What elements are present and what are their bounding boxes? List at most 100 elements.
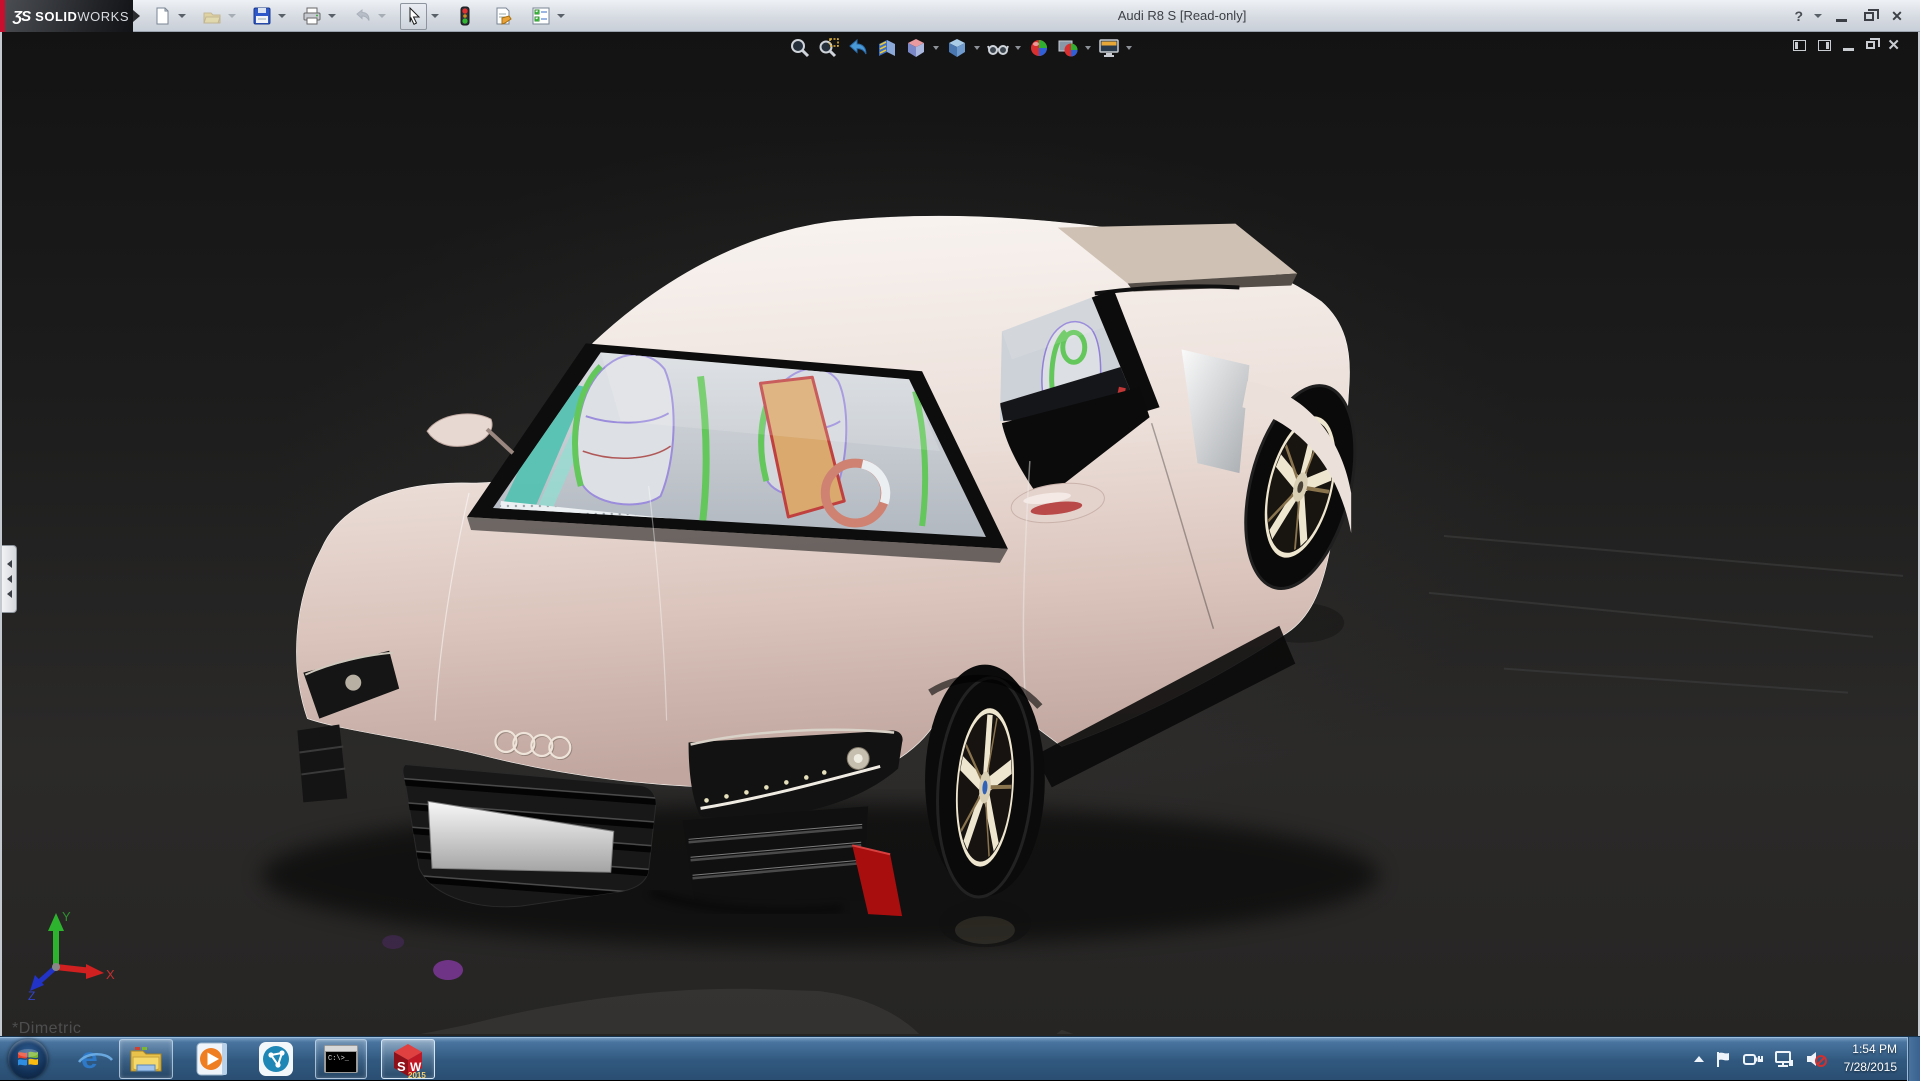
show-right-pane-button[interactable] bbox=[1818, 37, 1831, 53]
view-settings-button[interactable] bbox=[1096, 35, 1121, 60]
command-prompt-text: C:\>_ bbox=[328, 1055, 350, 1063]
headsup-view-toolbar bbox=[787, 35, 1133, 60]
network-icon bbox=[1774, 1050, 1794, 1068]
solidworks-wordmark: SOLIDWORKS bbox=[35, 9, 129, 24]
view-orientation-dropdown[interactable] bbox=[932, 36, 940, 60]
apply-scene-button[interactable] bbox=[1055, 35, 1080, 60]
zoom-to-fit-button[interactable] bbox=[787, 35, 812, 60]
display-style-icon bbox=[946, 37, 968, 59]
document-minimize-button[interactable] bbox=[1843, 37, 1854, 53]
share-nodes-app-button[interactable] bbox=[251, 1039, 301, 1079]
feature-manager-collapsed-tab[interactable] bbox=[2, 545, 17, 613]
close-button[interactable]: ✕ bbox=[1888, 8, 1906, 24]
options-dropdown[interactable] bbox=[556, 4, 565, 28]
save-dropdown[interactable] bbox=[277, 4, 286, 28]
undo-button[interactable] bbox=[350, 4, 374, 28]
graphics-viewport[interactable]: ✕ Y X Z *Dimetric bbox=[0, 32, 1920, 1036]
audi-r8-model bbox=[2, 32, 1918, 1034]
open-dropdown[interactable] bbox=[227, 4, 236, 28]
undo-dropdown[interactable] bbox=[377, 4, 386, 28]
action-center-button[interactable] bbox=[1715, 1050, 1732, 1068]
network-button[interactable] bbox=[1774, 1050, 1794, 1068]
new-dropdown[interactable] bbox=[177, 4, 186, 28]
apply-scene-dropdown[interactable] bbox=[1084, 36, 1092, 60]
sw-letter-s: S bbox=[397, 1059, 406, 1074]
select-tool-button[interactable] bbox=[400, 3, 427, 30]
select-dropdown[interactable] bbox=[430, 4, 439, 28]
power-button[interactable] bbox=[1743, 1050, 1763, 1068]
section-view-button[interactable] bbox=[874, 35, 899, 60]
new-document-button[interactable] bbox=[150, 4, 174, 28]
print-button[interactable] bbox=[300, 4, 324, 28]
print-dropdown[interactable] bbox=[327, 4, 336, 28]
show-desktop-button[interactable] bbox=[1907, 1037, 1920, 1081]
file-properties-button[interactable] bbox=[491, 4, 515, 28]
file-properties-icon bbox=[493, 6, 513, 26]
zoom-to-area-icon bbox=[818, 37, 840, 59]
document-close-button[interactable]: ✕ bbox=[1887, 37, 1900, 53]
save-floppy-icon bbox=[252, 6, 272, 26]
triad-x-label: X bbox=[106, 967, 115, 982]
triad-y-label: Y bbox=[62, 909, 71, 924]
dassault-3ds-logo-icon: ƷS bbox=[13, 8, 30, 25]
options-checklist-icon bbox=[531, 6, 551, 26]
tray-clock[interactable]: 1:54 PM 7/28/2015 bbox=[1838, 1041, 1903, 1076]
eyeglasses-icon bbox=[987, 37, 1009, 59]
command-prompt-button[interactable]: C:\>_ bbox=[315, 1039, 367, 1079]
select-cursor-icon bbox=[404, 6, 424, 26]
internet-explorer-button[interactable]: e bbox=[74, 1039, 105, 1079]
media-player-button[interactable] bbox=[187, 1039, 237, 1079]
show-hidden-icons-button[interactable] bbox=[1694, 1056, 1704, 1062]
help-dropdown[interactable] bbox=[1813, 4, 1822, 28]
options-button[interactable] bbox=[529, 4, 553, 28]
document-restore-button[interactable] bbox=[1866, 37, 1875, 53]
windows-explorer-button[interactable] bbox=[119, 1039, 173, 1079]
tray-date: 7/28/2015 bbox=[1844, 1059, 1897, 1076]
taskbar-buttons: e bbox=[74, 1039, 435, 1079]
rebuild-button[interactable] bbox=[453, 4, 477, 28]
help-button[interactable]: ? bbox=[1794, 8, 1803, 24]
title-controls: ? ✕ bbox=[1794, 0, 1906, 32]
previous-view-icon bbox=[847, 37, 869, 59]
minimize-button[interactable] bbox=[1832, 8, 1850, 24]
volume-button[interactable] bbox=[1805, 1050, 1827, 1068]
volume-muted-icon bbox=[1805, 1050, 1827, 1068]
apply-scene-icon bbox=[1057, 37, 1079, 59]
open-folder-icon bbox=[202, 6, 222, 26]
traffic-light-icon bbox=[455, 6, 475, 26]
reference-triad: Y X Z bbox=[26, 905, 116, 1000]
standard-toolbar bbox=[150, 0, 565, 32]
display-style-button[interactable] bbox=[944, 35, 969, 60]
show-left-pane-button[interactable] bbox=[1793, 37, 1806, 53]
command-prompt-icon: C:\>_ bbox=[323, 1044, 359, 1074]
collapse-arrow-icon bbox=[7, 560, 12, 568]
display-style-dropdown[interactable] bbox=[973, 36, 981, 60]
zoom-to-fit-icon bbox=[789, 37, 811, 59]
save-button[interactable] bbox=[250, 4, 274, 28]
title-bar: ƷS SOLIDWORKS Audi R8 S [Re bbox=[0, 0, 1920, 32]
view-orientation-icon bbox=[905, 37, 927, 59]
restore-button[interactable] bbox=[1860, 8, 1878, 24]
start-button[interactable] bbox=[8, 1039, 48, 1079]
media-player-icon bbox=[194, 1041, 230, 1077]
collapse-arrow-icon bbox=[7, 590, 12, 598]
chevron-up-icon bbox=[1694, 1056, 1704, 1062]
view-orientation-button[interactable] bbox=[903, 35, 928, 60]
internet-explorer-icon: e bbox=[81, 1044, 98, 1074]
view-settings-icon bbox=[1098, 37, 1120, 59]
hide-show-items-dropdown[interactable] bbox=[1014, 36, 1022, 60]
hide-show-items-button[interactable] bbox=[985, 35, 1010, 60]
sw-year-label: 2015 bbox=[408, 1071, 426, 1078]
solidworks-cube-icon: S W 2015 bbox=[389, 1040, 427, 1078]
view-settings-dropdown[interactable] bbox=[1125, 36, 1133, 60]
zoom-to-area-button[interactable] bbox=[816, 35, 841, 60]
print-icon bbox=[302, 6, 322, 26]
solidworks-2015-button[interactable]: S W 2015 bbox=[381, 1039, 435, 1079]
brand-arrow-icon bbox=[133, 10, 140, 22]
folder-icon bbox=[127, 1043, 165, 1075]
flag-icon bbox=[1715, 1050, 1732, 1068]
solidworks-logo: ƷS SOLIDWORKS bbox=[5, 0, 133, 32]
edit-appearance-button[interactable] bbox=[1026, 35, 1051, 60]
open-button[interactable] bbox=[200, 4, 224, 28]
previous-view-button[interactable] bbox=[845, 35, 870, 60]
